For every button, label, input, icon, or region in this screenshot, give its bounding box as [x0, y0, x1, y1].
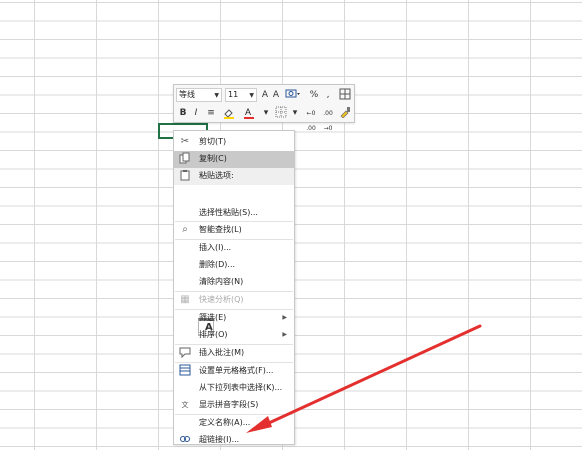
- currency-format-icon[interactable]: [284, 88, 302, 102]
- context-menu: ✂ 剪切(T) 复制(C) 粘贴选项: A 选择性粘贴(S)... ⌕ 智能查找…: [173, 130, 295, 445]
- paint-bucket-icon: [224, 109, 234, 119]
- link-icon: [178, 433, 192, 447]
- font-color-button[interactable]: A: [242, 106, 256, 120]
- chevron-right-icon: ▶: [282, 331, 287, 338]
- comma-style-label: ,: [326, 90, 330, 100]
- copy-icon: [178, 152, 192, 166]
- menu-item-quick-analysis-label: 快速分析(Q): [199, 295, 244, 304]
- menu-item-copy-label: 复制(C): [199, 154, 227, 163]
- increase-font-icon[interactable]: A: [260, 88, 270, 102]
- format-cells-icon: [178, 364, 192, 378]
- mini-toolbar: 等线 ▼ 11 ▼ A A % , B I ≡ A ▾ ▾ ←0 .00 .00…: [173, 84, 355, 132]
- menu-item-show-phonetic-label: 显示拼音字段(S): [199, 400, 259, 409]
- decrease-decimal-glyph: .00 →0: [323, 110, 333, 132]
- chevron-right-icon: ▶: [282, 314, 287, 321]
- menu-item-define-name-label: 定义名称(A)...: [199, 418, 251, 427]
- menu-item-insert[interactable]: 插入(I)...: [174, 240, 294, 257]
- menu-item-clear-contents[interactable]: 清除内容(N): [174, 274, 294, 291]
- font-size-select[interactable]: 11 ▼: [225, 88, 257, 102]
- menu-item-insert-label: 插入(I)...: [199, 243, 232, 252]
- spreadsheet-page: 等线 ▼ 11 ▼ A A % , B I ≡ A ▾ ▾ ←0 .00 .00…: [0, 0, 582, 450]
- percent-label: %: [309, 90, 319, 100]
- menu-item-paste-special[interactable]: 选择性粘贴(S)...: [174, 205, 294, 222]
- decrease-font-label: A: [272, 90, 280, 100]
- align-label: ≡: [207, 108, 215, 118]
- bold-label: B: [179, 108, 187, 118]
- chevron-down-icon: ▼: [214, 92, 219, 99]
- menu-item-smart-lookup[interactable]: ⌕ 智能查找(L): [174, 222, 294, 239]
- menu-item-smart-lookup-label: 智能查找(L): [199, 225, 242, 234]
- dropdown-chevron-icon[interactable]: ▾: [290, 106, 300, 120]
- menu-item-delete-label: 删除(D)...: [199, 260, 236, 269]
- menu-item-filter[interactable]: 筛选(E) ▶: [174, 310, 294, 327]
- menu-item-sort[interactable]: 排序(O) ▶: [174, 327, 294, 344]
- menu-item-insert-comment-label: 插入批注(M): [199, 348, 245, 357]
- menu-item-sort-label: 排序(O): [199, 330, 228, 339]
- decrease-decimal-icon[interactable]: .00 →0: [321, 106, 335, 132]
- menu-item-format-cells-label: 设置单元格格式(F)...: [199, 366, 274, 375]
- menu-item-paste-options-label: 粘贴选项:: [199, 171, 234, 180]
- chevron-down-icon: ▼: [249, 92, 254, 99]
- format-brush-icon[interactable]: [338, 106, 352, 120]
- bold-button[interactable]: B: [178, 106, 188, 120]
- dropdown-chevron-icon[interactable]: ▾: [261, 106, 271, 120]
- scissors-icon: ✂: [180, 136, 190, 147]
- fill-color-button[interactable]: [221, 106, 237, 120]
- currency-icon: [285, 89, 300, 98]
- borders-button[interactable]: [274, 106, 288, 120]
- mini-toolbar-bottom-row: B I ≡ A ▾ ▾ ←0 .00 .00 →0: [176, 106, 352, 132]
- menu-item-paste-special-label: 选择性粘贴(S)...: [199, 208, 258, 217]
- brush-icon: [340, 107, 350, 119]
- align-button[interactable]: ≡: [205, 106, 217, 120]
- increase-decimal-icon[interactable]: ←0.00: [304, 106, 318, 132]
- menu-item-quick-analysis[interactable]: ▦ 快速分析(Q): [174, 292, 294, 309]
- menu-item-cut-label: 剪切(T): [199, 137, 227, 146]
- menu-item-copy[interactable]: 复制(C): [174, 151, 294, 168]
- menu-item-define-name[interactable]: 定义名称(A)...: [174, 415, 294, 432]
- svg-text:A: A: [245, 107, 251, 117]
- increase-decimal-glyph: ←0.00: [306, 110, 316, 132]
- chart-icon: ▦: [180, 294, 190, 305]
- format-painter-icon[interactable]: [338, 88, 352, 102]
- mini-toolbar-top-row: 等线 ▼ 11 ▼ A A % ,: [176, 88, 352, 104]
- increase-font-label: A: [261, 90, 269, 100]
- menu-item-filter-label: 筛选(E): [199, 313, 227, 322]
- decrease-font-icon[interactable]: A: [271, 88, 281, 102]
- font-size-value: 11: [228, 90, 239, 99]
- clipboard-icon: [178, 169, 192, 183]
- menu-item-hyperlink-label: 超链接(I)...: [199, 435, 240, 444]
- menu-item-format-cells[interactable]: 设置单元格格式(F)...: [174, 363, 294, 380]
- menu-item-delete[interactable]: 删除(D)...: [174, 257, 294, 274]
- font-name-value: 等线: [179, 90, 195, 99]
- menu-item-hyperlink[interactable]: 超链接(I)...: [174, 432, 294, 449]
- menu-item-pick-from-list-label: 从下拉列表中选择(K)...: [199, 383, 283, 392]
- menu-item-paste-options: 粘贴选项:: [174, 168, 294, 185]
- grid-icon: [339, 88, 351, 100]
- menu-item-clear-contents-label: 清除内容(N): [199, 277, 244, 286]
- menu-item-show-phonetic[interactable]: 文 显示拼音字段(S): [174, 397, 294, 414]
- italic-button[interactable]: I: [191, 106, 201, 120]
- italic-label: I: [194, 108, 198, 118]
- font-color-icon: A: [244, 107, 254, 119]
- percent-button[interactable]: %: [307, 88, 321, 102]
- phonetic-icon: 文: [181, 401, 189, 409]
- borders-icon: [275, 106, 287, 118]
- font-name-select[interactable]: 等线 ▼: [176, 88, 222, 102]
- search-icon: ⌕: [182, 224, 188, 235]
- comma-style-button[interactable]: ,: [322, 88, 334, 102]
- comment-icon: [178, 346, 192, 360]
- menu-item-cut[interactable]: ✂ 剪切(T): [174, 134, 294, 151]
- menu-item-insert-comment[interactable]: 插入批注(M): [174, 345, 294, 362]
- menu-item-pick-from-list[interactable]: 从下拉列表中选择(K)...: [174, 380, 294, 397]
